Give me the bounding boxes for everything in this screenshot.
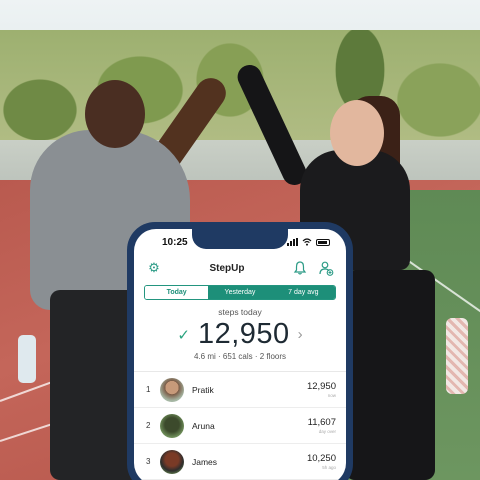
rank: 1 xyxy=(146,385,151,394)
tab-today[interactable]: Today xyxy=(145,286,209,299)
friend-name: Aruna xyxy=(192,420,215,431)
friend-score: 12,950 now xyxy=(307,381,336,398)
tab-7-day-avg[interactable]: 7 day avg xyxy=(271,286,335,299)
chevron-right-icon: › xyxy=(297,326,303,343)
status-time: 10:25 xyxy=(162,236,188,248)
period-tabs: Today Yesterday 7 day avg xyxy=(144,285,336,300)
friend-updated: now xyxy=(327,393,336,398)
signal-icon xyxy=(287,238,298,246)
phone-notch xyxy=(192,229,288,249)
woman-head xyxy=(330,100,384,166)
water-bottle xyxy=(18,335,36,383)
status-icons xyxy=(287,238,330,246)
patterned-water-bottle xyxy=(446,318,468,394)
avatar xyxy=(160,377,184,402)
woman-leggings xyxy=(345,270,435,480)
rank: 2 xyxy=(146,421,151,430)
app-title: StepUp xyxy=(209,262,245,274)
friend-steps: 11,607 xyxy=(307,417,336,428)
steps-summary[interactable]: ✓ 12,950 › xyxy=(134,318,346,351)
add-friend-icon[interactable] xyxy=(318,260,334,276)
friend-name: James xyxy=(192,456,218,467)
leaderboard-row[interactable]: 2 Aruna 11,607 day over xyxy=(134,408,346,444)
friend-updated: day over xyxy=(318,429,336,434)
friend-steps: 12,950 xyxy=(306,381,336,392)
leaderboard-row[interactable]: 3 James 10,250 5h ago xyxy=(134,444,346,480)
steps-label: steps today xyxy=(218,307,262,317)
steps-count: 12,950 xyxy=(197,318,290,350)
wifi-icon xyxy=(302,238,312,246)
tab-yesterday[interactable]: Yesterday xyxy=(208,286,272,299)
friend-score: 11,607 day over xyxy=(308,417,336,434)
friend-updated: 5h ago xyxy=(322,465,336,470)
header-actions xyxy=(292,260,334,276)
phone-mockup: 10:25 ⚙ StepUp Today Yesterday 7 day avg… xyxy=(127,222,353,480)
avatar xyxy=(160,413,184,438)
notification-bell-icon[interactable] xyxy=(292,260,308,276)
friend-name: Pratik xyxy=(192,384,214,395)
battery-icon xyxy=(316,238,330,246)
friend-steps: 10,250 xyxy=(306,453,336,464)
app-header: ⚙ StepUp xyxy=(134,255,346,281)
rank: 3 xyxy=(146,457,151,466)
avatar xyxy=(160,449,184,474)
man-head xyxy=(85,80,145,148)
leaderboard-row[interactable]: 1 Pratik 12,950 now xyxy=(134,372,346,408)
friend-score: 10,250 5h ago xyxy=(307,453,336,470)
checkmark-icon: ✓ xyxy=(177,326,190,344)
activity-details: 4.6 mi · 651 cals · 2 floors xyxy=(193,352,287,361)
leaderboard: 1 Pratik 12,950 now 2 Aruna 11,607 day o… xyxy=(134,371,346,480)
app-screen: 10:25 ⚙ StepUp Today Yesterday 7 day avg… xyxy=(134,229,346,480)
settings-gear-icon[interactable]: ⚙ xyxy=(146,260,162,276)
